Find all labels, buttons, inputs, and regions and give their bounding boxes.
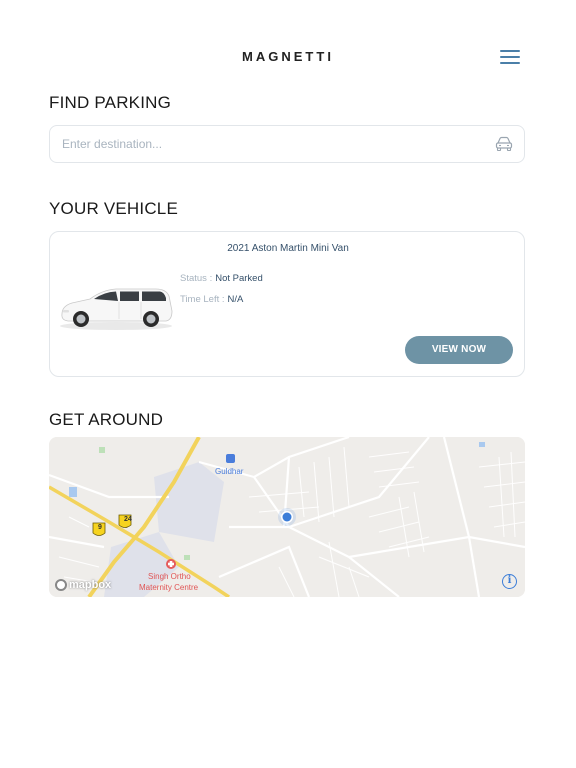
map-label-hospital: Singh Ortho: [148, 572, 191, 581]
time-left-value: N/A: [227, 294, 244, 305]
vehicle-status-row: Status : Not Parked: [180, 273, 263, 284]
status-label: Status :: [180, 273, 213, 284]
mapbox-attribution-logo[interactable]: mapbox: [55, 579, 111, 591]
vehicle-card: 2021 Aston Martin Mini Van Status : Not P…: [49, 231, 525, 377]
vehicle-time-row: Time Left : N/A: [180, 294, 243, 305]
info-icon[interactable]: i: [502, 574, 517, 589]
hamburger-menu-icon[interactable]: [498, 48, 522, 66]
find-parking-title: FIND PARKING: [49, 93, 172, 112]
road-badge-9: 9: [98, 524, 102, 531]
map-label-hospital-line2: Maternity Centre: [139, 583, 199, 592]
map-canvas[interactable]: [49, 437, 525, 597]
destination-search-box[interactable]: [49, 125, 525, 163]
time-left-label: Time Left :: [180, 294, 225, 305]
brand-title: MAGNETTI: [242, 49, 334, 64]
vehicle-name: 2021 Aston Martin Mini Van: [227, 243, 349, 254]
get-around-title: GET AROUND: [49, 410, 164, 429]
map-view[interactable]: Guldhar 9 24 Singh Ortho Maternity Centr…: [49, 437, 525, 597]
mapbox-icon: [55, 579, 67, 591]
car-icon[interactable]: [495, 136, 513, 152]
destination-input[interactable]: [62, 126, 482, 162]
minivan-image: [60, 288, 173, 330]
your-vehicle-title: YOUR VEHICLE: [49, 199, 178, 218]
map-label-guldhar: Guldhar: [215, 467, 244, 476]
status-value: Not Parked: [215, 273, 263, 284]
road-badge-24: 24: [124, 516, 132, 523]
mapbox-label: mapbox: [69, 579, 112, 591]
view-now-button[interactable]: VIEW NOW: [405, 336, 513, 364]
